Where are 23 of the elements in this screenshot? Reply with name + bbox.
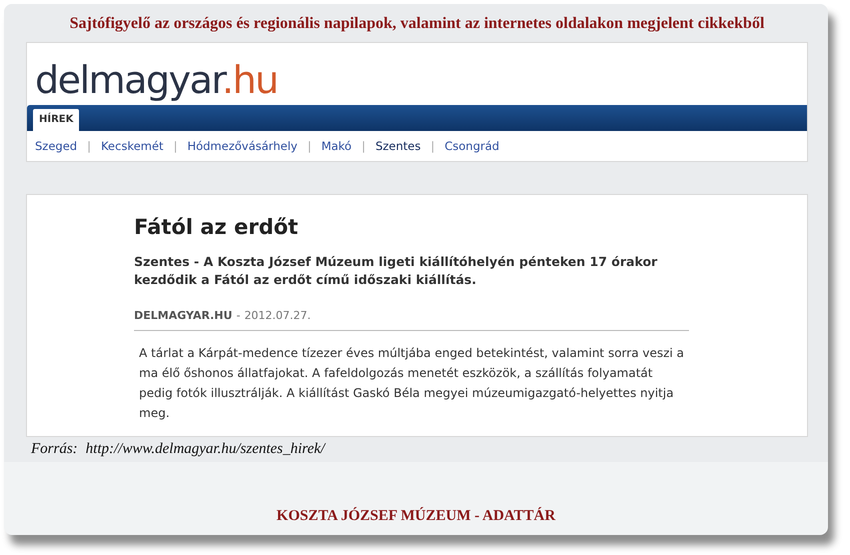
separator: | — [173, 139, 178, 153]
city-link[interactable]: Szeged — [35, 139, 78, 153]
nav-tab[interactable]: HÍREK — [33, 109, 80, 131]
city-link[interactable]: Csongrád — [444, 139, 500, 153]
article-source: DELMAGYAR.HU — [134, 309, 232, 322]
meta-separator: - — [236, 309, 240, 322]
separator: | — [430, 139, 435, 153]
separator: | — [87, 139, 91, 153]
footer-text: KOSZTA JÓZSEF MÚZEUM - ADATTÁR — [276, 508, 557, 525]
article-date: 2012.07.27. — [244, 309, 311, 322]
article-body: A tárlat a Kárpát-medence tízezer éves múltjába enged betekintést, valamint sorra veszi a ma élő őshonos állatfajokat. A fafeldolgozás menetét eszközök, a szállítás folyamatát pedig fotók illusztrálják. A kiállítást Gaskó Béla megyei múzeumigazgató-helyettes nyitja meg. — [139, 345, 686, 422]
source-label: Forrás: — [31, 441, 78, 458]
site-logo: delmagyar.hu — [35, 57, 278, 103]
city-link[interactable]: Hódmezővásárhely — [187, 139, 298, 153]
city-link[interactable]: Makó — [321, 139, 352, 153]
article-lead: Szentes - A Koszta József Múzeum ligeti kiállítóhelyén pénteken 17 órakor kezdődik a Fától az erdőt című időszaki kiállítás. — [134, 253, 658, 289]
city-link[interactable]: Kecskemét — [100, 139, 164, 153]
article-title: Fától az erdőt — [134, 215, 300, 239]
city-link[interactable]: Szentes — [375, 139, 421, 153]
separator: | — [362, 139, 366, 153]
page-heading: Sajtófigyelő az országos és regionális napilapok, valamint az internetes oldalakon megjelent cikkekből — [68, 14, 766, 34]
source-url: http://www.delmagyar.hu/szentes_hirek/ — [86, 441, 325, 458]
separator: | — [307, 139, 312, 153]
